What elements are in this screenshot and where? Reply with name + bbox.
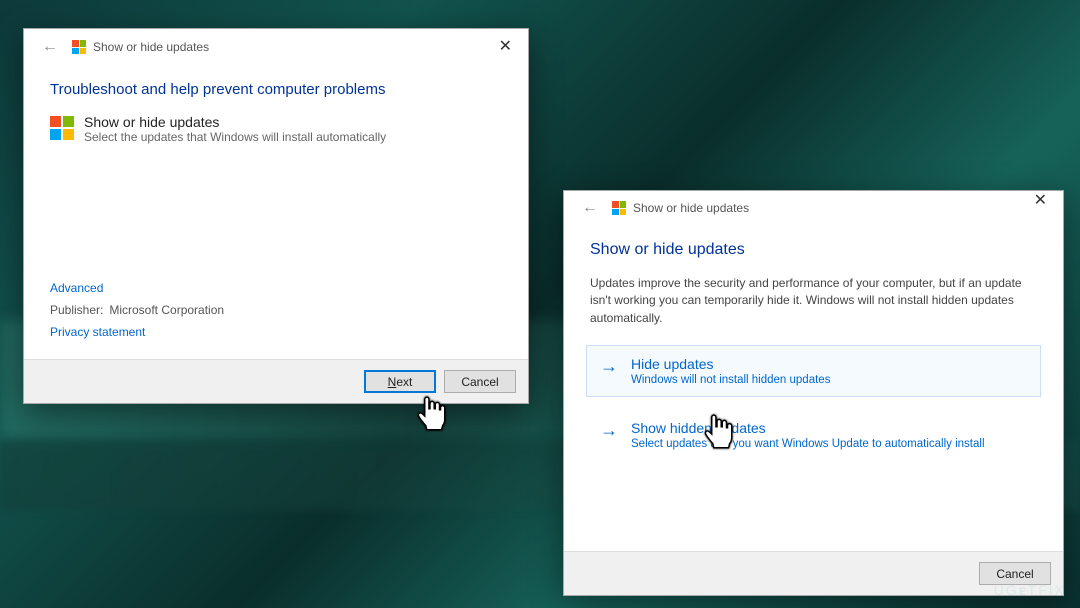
option-show-hidden-updates[interactable]: → Show hidden updates Select updates tha…	[586, 409, 1041, 461]
close-icon[interactable]: ✕	[493, 39, 518, 55]
cancel-button[interactable]: Cancel	[444, 370, 516, 393]
microsoft-logo-icon	[72, 40, 86, 54]
advanced-link[interactable]: Advanced	[50, 281, 502, 295]
window-title: Show or hide updates	[93, 40, 209, 54]
troubleshooter-subtitle: Select the updates that Windows will ins…	[84, 130, 386, 144]
dialog-content: Show or hide updates Updates improve the…	[564, 229, 1063, 551]
publisher-label: Publisher:	[50, 303, 106, 317]
option-title: Hide updates	[631, 356, 830, 372]
troubleshooter-item: Show or hide updates Select the updates …	[50, 114, 502, 144]
back-button[interactable]: ←	[578, 199, 602, 217]
next-button[interactable]: Next	[364, 370, 436, 393]
back-button[interactable]: ←	[38, 38, 62, 56]
dialog-footer: Cancel	[564, 551, 1063, 595]
dialog-content: Troubleshoot and help prevent computer p…	[24, 65, 528, 359]
option-hide-updates[interactable]: → Hide updates Windows will not install …	[586, 345, 1041, 397]
page-description: Updates improve the security and perform…	[590, 275, 1037, 327]
titlebar: ← Show or hide updates ✕	[24, 29, 528, 65]
publisher-value: Microsoft Corporation	[109, 303, 224, 317]
troubleshooter-dialog-intro: ← Show or hide updates ✕ Troubleshoot an…	[23, 28, 529, 404]
publisher-row: Publisher: Microsoft Corporation	[50, 303, 502, 317]
privacy-link[interactable]: Privacy statement	[50, 325, 502, 339]
option-subtitle: Select updates that you want Windows Upd…	[631, 438, 985, 450]
window-title: Show or hide updates	[633, 201, 749, 215]
microsoft-logo-icon	[612, 201, 626, 215]
page-headline: Troubleshoot and help prevent computer p…	[50, 81, 502, 98]
arrow-right-icon: →	[599, 421, 619, 439]
meta-block: Advanced Publisher: Microsoft Corporatio…	[50, 275, 502, 359]
titlebar: ← Show or hide updates ✕	[564, 191, 1063, 229]
troubleshooter-title: Show or hide updates	[84, 114, 386, 130]
arrow-right-icon: →	[599, 357, 619, 375]
close-icon[interactable]: ✕	[1028, 193, 1053, 209]
option-title: Show hidden updates	[631, 420, 985, 436]
watermark: UGᴇTFIX	[994, 582, 1066, 598]
option-subtitle: Windows will not install hidden updates	[631, 374, 830, 386]
microsoft-logo-icon	[50, 116, 74, 140]
next-button-label-rest: ext	[396, 375, 412, 389]
page-headline: Show or hide updates	[590, 241, 1037, 259]
dialog-footer: Next Cancel	[24, 359, 528, 403]
troubleshooter-dialog-options: ← Show or hide updates ✕ Show or hide up…	[563, 190, 1064, 596]
